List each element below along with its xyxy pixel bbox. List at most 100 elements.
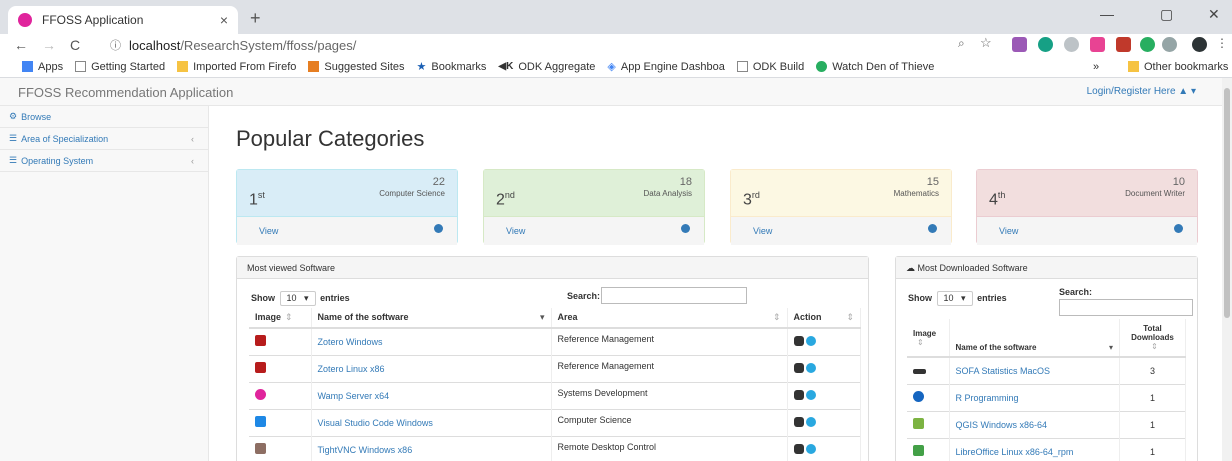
view-link[interactable]: View [506,226,525,236]
card-footer[interactable]: View [484,216,704,245]
bookmark-item[interactable]: Watch Den of Thieve [816,61,934,73]
extension-icon[interactable] [1012,37,1027,52]
bookmark-item[interactable]: ODK Build [736,61,804,73]
software-link[interactable]: R Programming [949,383,1120,411]
card-heading: 3rd 15 Mathematics [731,170,951,216]
dashboard-icon: ⚙ [9,111,18,121]
bookmark-item[interactable]: Getting Started [75,61,165,73]
software-link[interactable]: LibreOffice Linux x86-64_rpm [949,437,1120,461]
bookmark-item[interactable]: ◈ App Engine Dashboa [607,60,724,74]
download-icon[interactable] [805,335,816,346]
minimize-icon[interactable]: — [1100,6,1114,22]
software-link[interactable]: Visual Studio Code Windows [311,408,552,436]
tab-close-icon[interactable]: × [220,12,228,28]
software-link[interactable]: Wamp Server x64 [311,381,552,409]
card-count: 10 [1172,176,1185,188]
search-label: Search: [1059,287,1093,297]
reload-icon[interactable]: C [70,37,80,53]
column-header[interactable]: Image ⇕ [907,319,950,358]
list-icon: ☰ [9,133,18,143]
table-row: QGIS Windows x86-64 1 [907,410,1186,438]
software-link[interactable]: Zotero Linux x86 [311,354,552,382]
extension-icon[interactable] [1038,37,1053,52]
forward-arrow-icon[interactable]: → [42,37,56,53]
view-link[interactable]: View [259,226,278,236]
table-row: Visual Studio Code Windows Computer Scie… [249,408,861,436]
view-eye-icon[interactable] [793,335,804,346]
area-cell: Reference Management [551,327,788,355]
page-scrollbar[interactable] [1222,78,1232,461]
view-eye-icon[interactable] [793,443,804,454]
software-link[interactable]: Zotero Windows [311,327,552,355]
bookmark-item[interactable]: ★ Bookmarks [417,60,487,74]
extension-icon[interactable] [1140,37,1155,52]
card-rank: 1st [249,190,265,209]
view-link[interactable]: View [753,226,772,236]
url-field[interactable]: ⓘ localhost /ResearchSystem/ffoss/pages/ [110,35,940,55]
card-footer[interactable]: View [977,216,1197,245]
sidebar-item-operating-system[interactable]: ☰ Operating System ‹ [0,150,208,172]
search-label: Search: [567,291,601,301]
card-footer[interactable]: View [731,216,951,245]
software-link[interactable]: QGIS Windows x86-64 [949,410,1120,438]
download-count: 3 [1119,356,1186,384]
arrow-circle-right-icon[interactable] [681,224,690,233]
extension-icon[interactable] [1116,37,1131,52]
column-header[interactable]: Image ⇕ [249,308,312,329]
entries-select[interactable]: 10 ▾ [279,291,316,306]
software-link[interactable]: TightVNC Windows x86 [311,435,552,461]
bookmark-item[interactable]: ◀K ODK Aggregate [498,61,595,73]
back-arrow-icon[interactable]: ← [14,37,28,53]
download-count: 1 [1119,410,1186,438]
app-brand[interactable]: FFOSS Recommendation Application [18,85,233,100]
search-input[interactable] [601,287,747,304]
arrow-circle-right-icon[interactable] [1174,224,1183,233]
download-icon[interactable] [805,389,816,400]
login-register-link[interactable]: Login/Register Here ▲ ▾ [1087,86,1196,97]
arrow-circle-right-icon[interactable] [928,224,937,233]
r-icon [913,391,924,402]
page-icon [736,61,748,72]
extension-icon[interactable] [1090,37,1105,52]
arrow-circle-right-icon[interactable] [434,224,443,233]
search-input[interactable] [1059,299,1193,316]
new-tab-button[interactable]: + [250,8,261,29]
view-eye-icon[interactable] [793,389,804,400]
view-eye-icon[interactable] [793,362,804,373]
zoom-icon[interactable]: ⌕ [958,36,965,51]
bookmark-other-folder[interactable]: Other bookmarks [1128,61,1228,73]
bookmark-folder[interactable]: Imported From Firefo [177,61,296,73]
maximize-icon[interactable]: ▢ [1160,6,1173,23]
browser-tab[interactable]: FFOSS Application × [8,6,238,34]
entries-select[interactable]: 10 ▾ [936,291,973,306]
bookmark-item[interactable]: Suggested Sites [308,61,405,73]
view-link[interactable]: View [999,226,1018,236]
column-header[interactable]: Total Downloads ⇕ [1119,319,1186,358]
table-row: R Programming 1 [907,383,1186,411]
column-header[interactable]: Name of the software ▾ [311,308,552,329]
extension-icon[interactable] [1162,37,1177,52]
star-icon[interactable]: ☆ [980,35,992,51]
column-header[interactable]: Name of the software ▾ [949,319,1120,358]
software-link[interactable]: SOFA Statistics MacOS [949,356,1120,384]
entries-control: Show 10 ▾ entries [908,291,1007,306]
column-header[interactable]: Action ⇕ [787,308,861,329]
download-icon[interactable] [805,443,816,454]
bookmark-apps[interactable]: Apps [22,61,63,73]
sidebar-item-browse[interactable]: ⚙ Browse [0,106,208,128]
card-footer[interactable]: View [237,216,457,245]
bookmarks-overflow[interactable]: » [1093,61,1099,73]
download-icon[interactable] [805,362,816,373]
card-count: 15 [926,176,939,188]
profile-avatar[interactable] [1192,37,1207,52]
column-header[interactable]: Area ⇕ [551,308,788,329]
extension-icon[interactable] [1064,37,1079,52]
view-eye-icon[interactable] [793,416,804,427]
scrollbar-thumb[interactable] [1224,88,1230,318]
download-icon[interactable] [805,416,816,427]
address-bar-row: ← → C ⓘ localhost /ResearchSystem/ffoss/… [0,34,1232,56]
browser-menu-icon[interactable]: ⋮ [1216,36,1228,50]
sidebar-item-area-of-specialization[interactable]: ☰ Area of Specialization ‹ [0,128,208,150]
window-close-icon[interactable]: ✕ [1208,6,1220,23]
category-card-3: 3rd 15 Mathematics View [730,169,952,245]
